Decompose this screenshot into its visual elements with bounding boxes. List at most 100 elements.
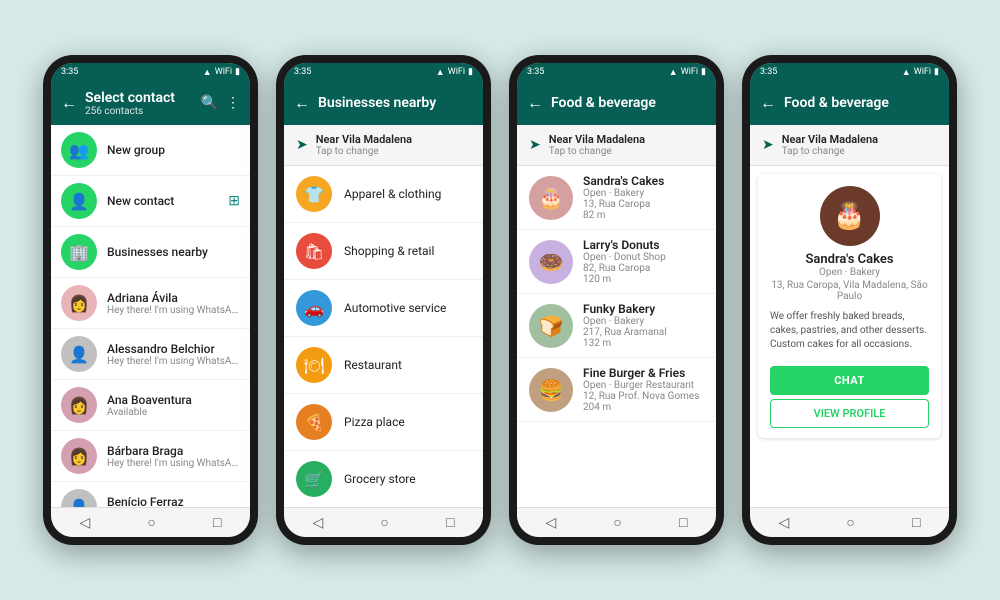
list-item[interactable]: 👩 Bárbara Braga Hey there! I'm using Wha… [51,431,250,482]
time-1: 3:35 [61,67,78,77]
nav-bar-3: ◁ ○ □ [517,507,716,537]
location-bar-3[interactable]: ➤ Near Vila Madalena Tap to change [517,125,716,166]
location-sub-4: Tap to change [782,146,878,157]
contact-list-container: 👥 New group 👤 New contact ⊞ 🏢 [51,125,250,507]
biz-name: Larry's Donuts [583,238,704,252]
list-item[interactable]: 👩 Ana Boaventura Available [51,380,250,431]
view-profile-button[interactable]: VIEW PROFILE [770,399,929,428]
header-title-4: Food & beverage [784,95,939,111]
contact-name: Alessandro Belchior [107,342,240,356]
recents-nav[interactable]: □ [912,514,920,531]
list-item[interactable]: 👥 New group [51,125,250,176]
list-item[interactable]: 🍔 Fine Burger & Fries Open · Burger Rest… [517,358,716,422]
location-name-4: Near Vila Madalena [782,133,878,146]
list-item[interactable]: 🍕 Pizza place [284,394,483,451]
category-icon: 🍕 [296,404,332,440]
back-nav[interactable]: ◁ [546,515,557,531]
list-item[interactable]: 👩 Adriana Ávila Hey there! I'm using Wha… [51,278,250,329]
phone-3: 3:35 ▲WiFi▮ ← Food & beverage ➤ Near Vil… [509,55,724,545]
header-title-1: Select contact [85,90,193,106]
list-item[interactable]: 🛍 Shopping & retail [284,223,483,280]
biz-addr: 82, Rua Caropa [583,263,704,274]
home-nav[interactable]: ○ [613,514,621,531]
contact-msg: Available [107,407,240,418]
more-icon-1[interactable]: ⋮ [226,95,240,111]
qr-icon: ⊞ [228,193,240,209]
biz-detail: Open · Bakery [583,316,704,327]
contact-name: Businesses nearby [107,245,240,259]
category-icon: 👕 [296,176,332,212]
list-item[interactable]: 🎂 Sandra's Cakes Open · Bakery 13, Rua C… [517,166,716,230]
back-nav[interactable]: ◁ [313,515,324,531]
recents-nav[interactable]: □ [213,514,221,531]
home-nav[interactable]: ○ [380,514,388,531]
back-nav[interactable]: ◁ [80,515,91,531]
back-nav[interactable]: ◁ [779,515,790,531]
phone-1: 3:35 ▲ WiFi ▮ ← Select contact 256 conta… [43,55,258,545]
list-item[interactable]: 🍩 Larry's Donuts Open · Donut Shop 82, R… [517,230,716,294]
list-item[interactable]: 🛒 Grocery store [284,451,483,507]
business-thumb: 🍞 [529,304,573,348]
contact-list: 👥 New group 👤 New contact ⊞ 🏢 [51,125,250,507]
phones-container: 3:35 ▲ WiFi ▮ ← Select contact 256 conta… [23,35,977,565]
phone-4: 3:35 ▲WiFi▮ ← Food & beverage ➤ Near Vil… [742,55,957,545]
contact-name: New group [107,143,240,157]
avatar: 👤 [61,489,97,507]
back-button-2[interactable]: ← [294,93,310,113]
list-item[interactable]: 🍽 Restaurant [284,337,483,394]
chat-button[interactable]: CHAT [770,366,929,395]
location-sub-3: Tap to change [549,146,645,157]
nav-bar-4: ◁ ○ □ [750,507,949,537]
nav-bar-1: ◁ ○ □ [51,507,250,537]
avatar: 👩 [61,285,97,321]
status-icons-1: ▲ WiFi ▮ [203,67,240,78]
biz-addr: 12, Rua Prof. Nova Gomes [583,391,704,402]
business-thumb: 🎂 [529,176,573,220]
avatar: 🏢 [61,234,97,270]
contact-name: Benício Ferraz [107,495,240,508]
category-icon: 🍽 [296,347,332,383]
list-item[interactable]: 🍞 Funky Bakery Open · Bakery 217, Rua Ar… [517,294,716,358]
back-button-1[interactable]: ← [61,93,77,113]
home-nav[interactable]: ○ [846,514,854,531]
biz-detail: Open · Donut Shop [583,252,704,263]
status-bar-4: 3:35 ▲WiFi▮ [750,63,949,81]
search-icon-1[interactable]: 🔍 [201,95,218,111]
list-item[interactable]: 👤 Alessandro Belchior Hey there! I'm usi… [51,329,250,380]
biz-dist: 82 m [583,210,704,221]
back-button-3[interactable]: ← [527,93,543,113]
header-subtitle-1: 256 contacts [85,106,193,117]
contact-msg: Hey there! I'm using WhatsApp. [107,356,240,367]
business-card-status: Open · Bakery [758,267,941,278]
business-detail-container: 🎂 Sandra's Cakes Open · Bakery 13, Rua C… [750,166,949,507]
avatar: 👤 [61,336,97,372]
biz-addr: 217, Rua Aramanal [583,327,704,338]
back-button-4[interactable]: ← [760,93,776,113]
location-name-3: Near Vila Madalena [549,133,645,146]
business-thumb: 🍔 [529,368,573,412]
business-image: 🎂 [820,186,880,246]
home-nav[interactable]: ○ [147,514,155,531]
business-card: 🎂 Sandra's Cakes Open · Bakery 13, Rua C… [758,174,941,438]
list-item[interactable]: 👕 Apparel & clothing [284,166,483,223]
contact-name: New contact [107,194,218,208]
list-item[interactable]: 🏢 Businesses nearby [51,227,250,278]
biz-detail: Open · Burger Restaurant [583,380,704,391]
contact-name: Ana Boaventura [107,393,240,407]
time-2: 3:35 [294,67,311,77]
contact-name: Adriana Ávila [107,291,240,305]
biz-dist: 204 m [583,402,704,413]
recents-nav[interactable]: □ [679,514,687,531]
recents-nav[interactable]: □ [446,514,454,531]
category-icon: 🛒 [296,461,332,497]
location-name-2: Near Vila Madalena [316,133,412,146]
location-bar-4[interactable]: ➤ Near Vila Madalena Tap to change [750,125,949,166]
list-item[interactable]: 🚗 Automotive service [284,280,483,337]
time-4: 3:35 [760,67,777,77]
header-title-3: Food & beverage [551,95,706,111]
list-item[interactable]: 👤 Benício Ferraz Disponível [51,482,250,507]
list-item[interactable]: 👤 New contact ⊞ [51,176,250,227]
location-bar-2[interactable]: ➤ Near Vila Madalena Tap to change [284,125,483,166]
category-label: Grocery store [344,472,416,486]
category-icon: 🚗 [296,290,332,326]
